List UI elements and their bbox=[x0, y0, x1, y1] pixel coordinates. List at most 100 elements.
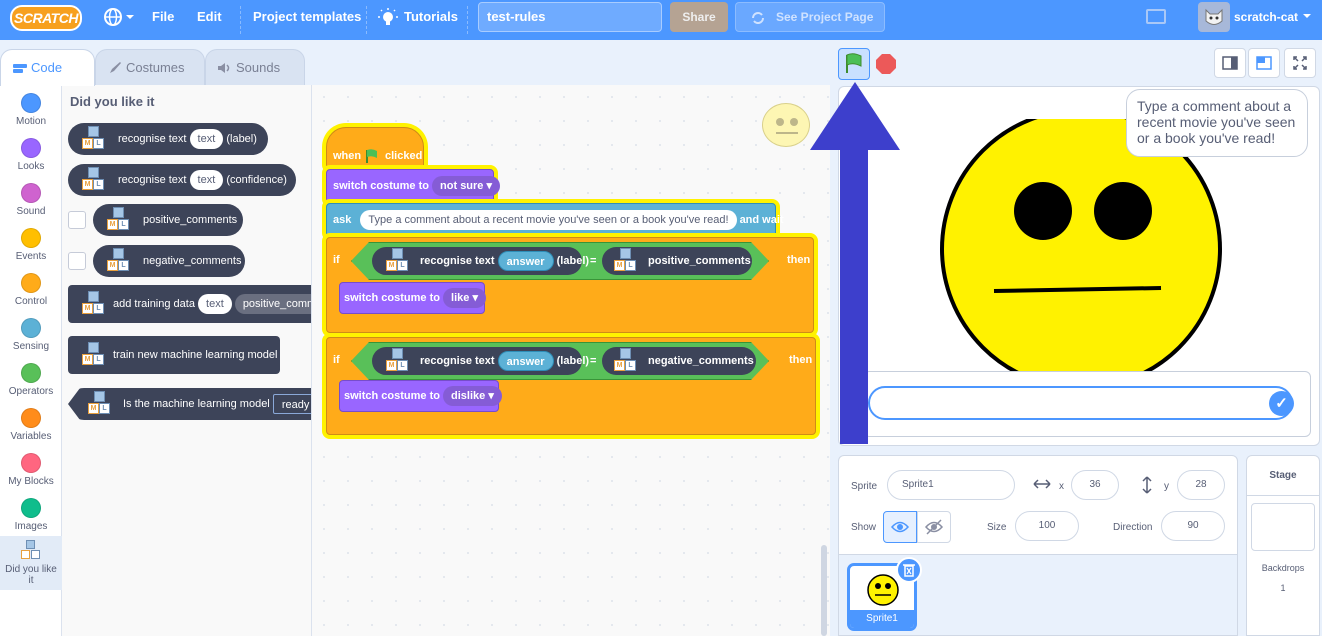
stage-selector[interactable]: Stage Backdrops 1 bbox=[1246, 455, 1320, 636]
category-my-blocks[interactable]: My Blocks bbox=[0, 447, 62, 492]
negative-comments-reporter[interactable]: ML negative_comments bbox=[602, 347, 756, 375]
label-dropdown[interactable]: positive_comm bbox=[234, 294, 311, 315]
green-flag-script[interactable]: when clicked switch costume to not sure … bbox=[326, 127, 816, 435]
x-input[interactable]: 36 bbox=[1071, 470, 1119, 500]
file-menu[interactable]: File bbox=[152, 0, 174, 40]
share-button[interactable]: Share bbox=[670, 2, 728, 32]
if-then-block[interactable]: if ML recognise text answer (label) = ML… bbox=[326, 237, 814, 333]
tab-costumes[interactable]: Costumes bbox=[95, 49, 205, 85]
text-argument[interactable]: text bbox=[198, 294, 232, 315]
equals-operator[interactable]: ML recognise text answer (label) = ML po… bbox=[351, 242, 769, 280]
costume-dropdown[interactable]: like ▾ bbox=[443, 288, 486, 309]
neutral-face-sprite[interactable] bbox=[939, 119, 1223, 379]
recognise-text-reporter[interactable]: ML recognise text answer (label) bbox=[372, 247, 582, 275]
y-input[interactable]: 28 bbox=[1177, 470, 1225, 500]
control-category-icon bbox=[21, 273, 41, 293]
annotation-arrow-shaft bbox=[840, 148, 868, 444]
sprite-label: Sprite bbox=[851, 481, 878, 492]
category-motion[interactable]: Motion bbox=[0, 87, 62, 132]
tab-code[interactable]: Code bbox=[0, 49, 95, 86]
ml-block-icon: ML bbox=[105, 207, 131, 233]
show-hidden-button[interactable] bbox=[917, 511, 951, 543]
stage-canvas[interactable]: Type a comment about a recent movie you'… bbox=[838, 86, 1320, 446]
block-text: switch costume to bbox=[344, 292, 440, 304]
green-flag-button[interactable] bbox=[838, 48, 870, 80]
category-operators[interactable]: Operators bbox=[0, 357, 62, 402]
category-variables[interactable]: Variables bbox=[0, 402, 62, 447]
switch-costume-block[interactable]: switch costume to not sure ▾ bbox=[326, 169, 501, 203]
see-project-page-button[interactable]: See Project Page bbox=[735, 2, 885, 32]
images-category-icon bbox=[21, 498, 41, 518]
ml-block-icon: ML bbox=[80, 167, 106, 193]
scratch-logo[interactable]: SCRATCH bbox=[10, 5, 82, 31]
username-label: scratch-cat bbox=[1234, 10, 1299, 24]
negative-comments-checkbox[interactable] bbox=[68, 252, 86, 270]
negative-comments-reporter[interactable]: ML negative_comments bbox=[93, 245, 245, 277]
category-control[interactable]: Control bbox=[0, 267, 62, 312]
user-avatar[interactable] bbox=[1198, 2, 1230, 32]
train-model-block[interactable]: ML train new machine learning model bbox=[68, 336, 280, 374]
equals-operator[interactable]: ML recognise text answer (label) = ML ne… bbox=[351, 342, 769, 380]
edit-menu[interactable]: Edit bbox=[197, 0, 222, 40]
direction-input[interactable]: 90 bbox=[1161, 511, 1225, 541]
switch-costume-block[interactable]: switch costume to dislike ▾ bbox=[339, 380, 502, 412]
text-argument[interactable]: text bbox=[189, 170, 224, 191]
block-text: when bbox=[333, 150, 362, 162]
positive-comments-reporter[interactable]: ML positive_comments bbox=[602, 247, 752, 275]
switch-costume-block[interactable]: switch costume to like ▾ bbox=[339, 282, 486, 314]
ask-and-wait-block[interactable]: ask Type a comment about a recent movie … bbox=[326, 203, 784, 237]
recognise-text-label-reporter[interactable]: ML recognise text text (label) bbox=[68, 123, 268, 155]
answer-reporter[interactable]: answer bbox=[498, 251, 554, 271]
show-visible-button[interactable] bbox=[883, 511, 917, 543]
small-stage-button[interactable] bbox=[1214, 48, 1246, 78]
tutorials-menu[interactable]: Tutorials bbox=[378, 0, 458, 40]
status-dropdown[interactable]: ready bbox=[272, 394, 311, 415]
category-label: Sound bbox=[16, 206, 46, 217]
events-category-icon bbox=[21, 228, 41, 248]
checkmark-icon[interactable]: ✓ bbox=[1269, 391, 1294, 416]
fullscreen-button[interactable] bbox=[1284, 48, 1316, 78]
paintbrush-icon bbox=[110, 62, 121, 73]
horizontal-arrows-icon bbox=[1033, 479, 1051, 489]
menu-divider bbox=[240, 6, 241, 34]
account-menu[interactable]: scratch-cat bbox=[1234, 0, 1313, 34]
tab-sounds[interactable]: Sounds bbox=[205, 49, 305, 85]
ml-block-icon: ML bbox=[86, 391, 112, 417]
delete-sprite-button[interactable] bbox=[896, 557, 922, 583]
stage-pane-title: Stage bbox=[1247, 456, 1319, 496]
block-text: then bbox=[787, 254, 811, 266]
category-sensing[interactable]: Sensing bbox=[0, 312, 62, 357]
size-input[interactable]: 100 bbox=[1015, 511, 1079, 541]
my-stuff-folder-icon[interactable] bbox=[1146, 9, 1166, 24]
normal-stage-button[interactable] bbox=[1248, 48, 1280, 78]
text-argument[interactable]: text bbox=[189, 129, 224, 150]
category-events[interactable]: Events bbox=[0, 222, 62, 267]
workspace-scrollbar[interactable] bbox=[821, 545, 827, 636]
block-category-menu: Motion Looks Sound Events Control Sensin… bbox=[0, 85, 62, 636]
category-looks[interactable]: Looks bbox=[0, 132, 62, 177]
question-argument[interactable]: Type a comment about a recent movie you'… bbox=[360, 210, 737, 231]
positive-comments-reporter[interactable]: ML positive_comments bbox=[93, 204, 243, 236]
answer-reporter[interactable]: answer bbox=[498, 351, 554, 371]
category-sound[interactable]: Sound bbox=[0, 177, 62, 222]
is-model-ready-boolean[interactable]: ML Is the machine learning model ready bbox=[68, 388, 311, 420]
project-title-input[interactable]: test-rules bbox=[478, 2, 662, 32]
recognise-text-confidence-reporter[interactable]: ML recognise text text (confidence) bbox=[68, 164, 296, 196]
costume-dropdown[interactable]: dislike ▾ bbox=[443, 386, 502, 407]
when-flag-clicked-block[interactable]: when clicked bbox=[326, 127, 424, 169]
project-templates-menu[interactable]: Project templates bbox=[253, 0, 361, 40]
script-workspace[interactable]: when clicked switch costume to not sure … bbox=[312, 85, 830, 636]
if-then-block[interactable]: if ML recognise text answer (label) = ML… bbox=[326, 337, 816, 435]
category-images[interactable]: Images bbox=[0, 492, 62, 537]
category-did-you-like-it[interactable]: Did you like it bbox=[0, 536, 62, 590]
answer-input[interactable]: ✓ bbox=[868, 386, 1294, 420]
add-training-data-block[interactable]: ML add training data text positive_comm bbox=[68, 285, 311, 323]
positive-comments-checkbox[interactable] bbox=[68, 211, 86, 229]
costume-dropdown[interactable]: not sure ▾ bbox=[432, 176, 501, 197]
language-menu[interactable] bbox=[102, 0, 136, 40]
recognise-text-reporter[interactable]: ML recognise text answer (label) bbox=[372, 347, 582, 375]
stop-button[interactable] bbox=[876, 54, 896, 74]
refresh-icon bbox=[752, 12, 764, 24]
sprite-name-input[interactable]: Sprite1 bbox=[887, 470, 1015, 500]
category-label: Operators bbox=[8, 386, 54, 397]
